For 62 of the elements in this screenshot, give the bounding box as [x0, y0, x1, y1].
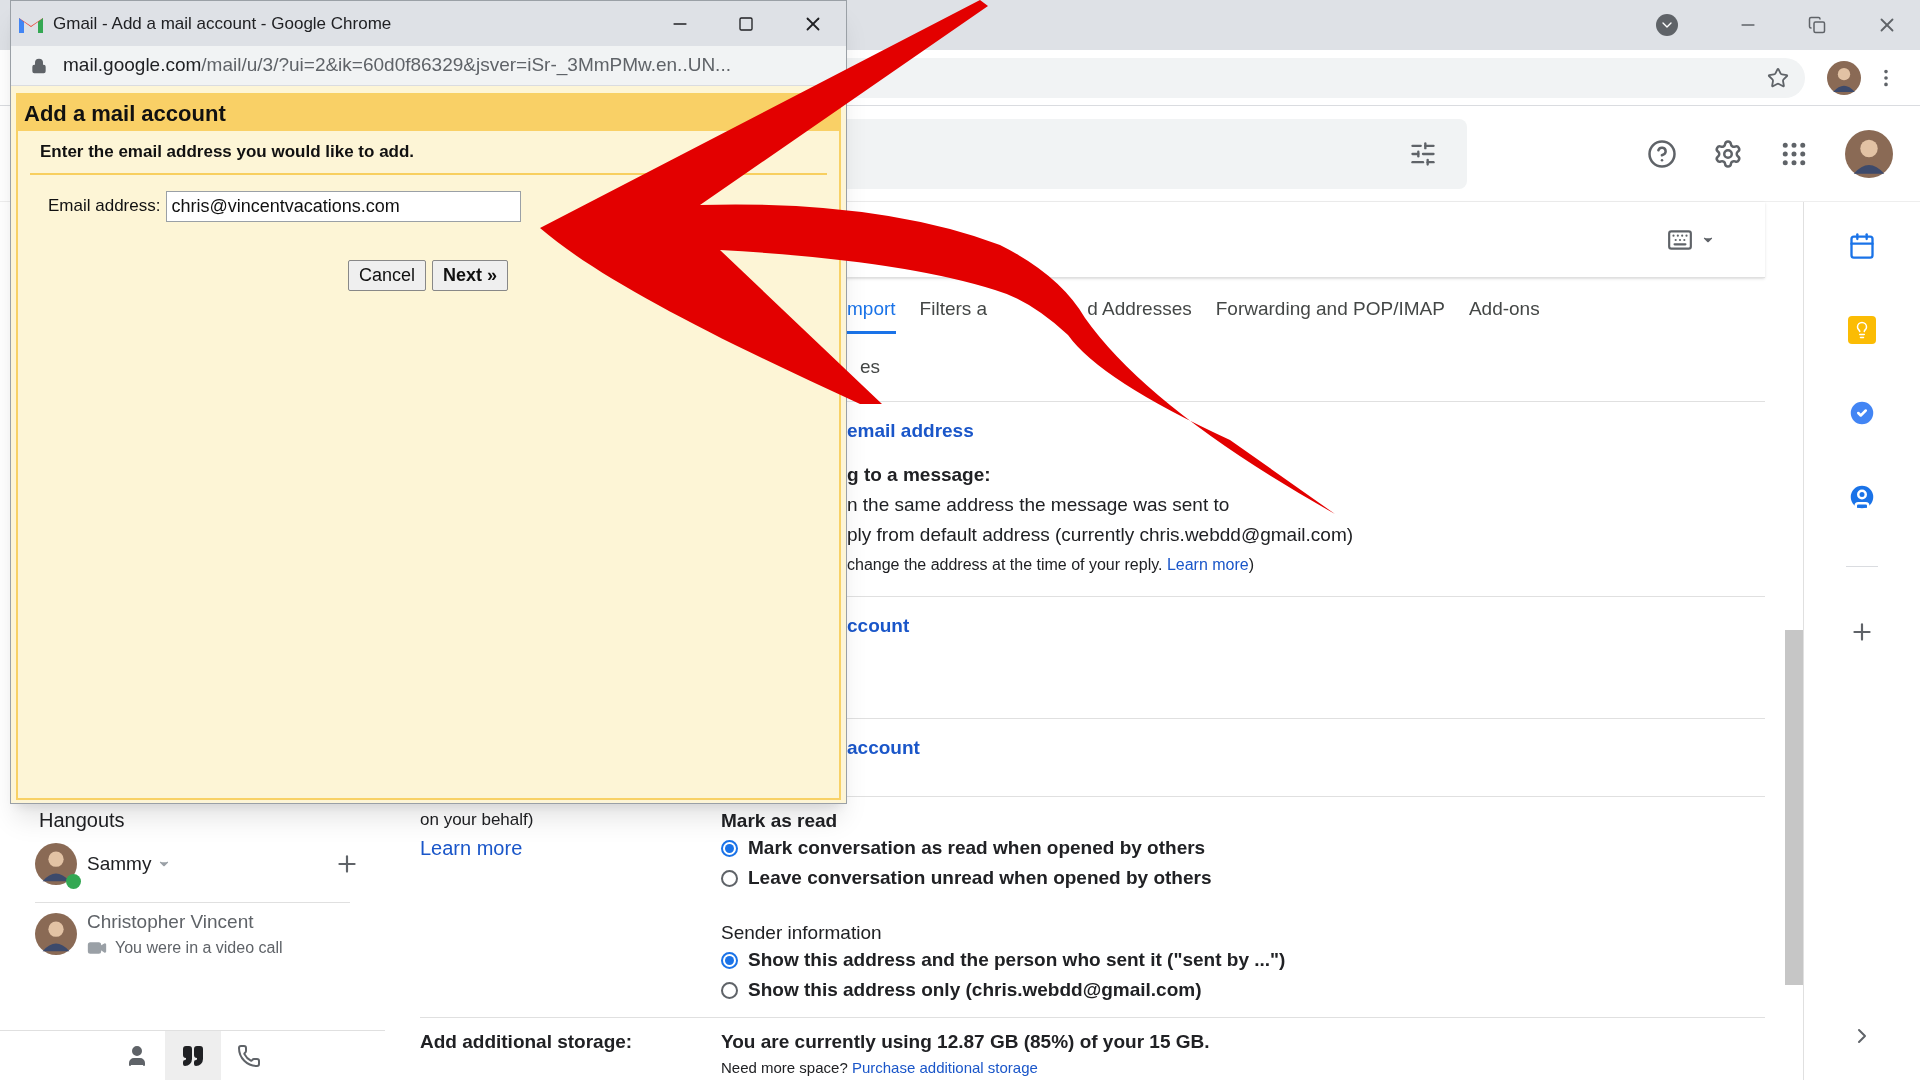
radio-button[interactable] — [721, 869, 738, 887]
setting-label: g to a message: — [847, 462, 991, 487]
contact-status: You were in a video call — [115, 938, 283, 959]
section-link[interactable]: ccount — [847, 611, 910, 641]
email-field[interactable]: chris@vincentvacations.com — [166, 191, 522, 222]
purchase-storage-link[interactable]: Purchase additional storage — [851, 1058, 1038, 1076]
setting-description: on your behalf) — [420, 809, 534, 831]
user-name[interactable]: Sammy — [87, 849, 152, 879]
learn-more-link[interactable]: Learn more — [1166, 556, 1249, 573]
storage-note: Need more space? Purchase additional storage — [721, 1057, 1039, 1078]
tab-label: Add-ons — [1468, 297, 1540, 322]
option-text: n the same address the message was sent to — [847, 492, 1230, 517]
next-button[interactable]: Next » — [432, 260, 509, 291]
settings-tab[interactable]: Forwarding and POP/IMAP — [1215, 288, 1445, 334]
scrollbar-thumb[interactable] — [1785, 630, 1803, 985]
star-icon[interactable] — [1767, 66, 1789, 89]
restore-icon[interactable] — [1808, 16, 1826, 34]
radio-button[interactable] — [721, 981, 738, 999]
settings-tab[interactable]: Add-ons — [1468, 288, 1540, 334]
tab-label: Forwarding and POP/IMAP — [1215, 297, 1445, 322]
group-title: Sender information — [721, 921, 883, 945]
section-link[interactable]: email address — [847, 416, 974, 446]
tab-label: Filters a — [919, 297, 988, 322]
maximize-icon[interactable] — [738, 15, 754, 32]
storage-usage: You are currently using 12.87 GB (85%) of your 15 GB. — [721, 1030, 1210, 1054]
radio-button[interactable] — [721, 839, 738, 857]
settings-tab[interactable]: es — [860, 353, 881, 382]
tab-label: mport — [847, 297, 896, 322]
dialog-heading: Add a mail account — [24, 99, 226, 128]
tab-label: d Addresses — [1087, 297, 1192, 322]
phone-icon — [236, 1043, 261, 1068]
group-title: Mark as read — [721, 809, 839, 833]
help-icon[interactable] — [1647, 138, 1677, 169]
settings-icon[interactable] — [1713, 138, 1743, 169]
contacts-icon[interactable] — [1847, 482, 1877, 512]
cancel-button[interactable]: Cancel — [348, 260, 427, 291]
settings-tab[interactable]: Filters a d Addresses — [919, 288, 1192, 334]
avatar — [35, 843, 77, 885]
radio-label: Mark conversation as read when opened by others — [748, 835, 1206, 860]
radio-button[interactable] — [721, 951, 738, 969]
hangouts-tab[interactable] — [164, 1031, 221, 1080]
setting-label: Add additional storage: — [420, 1030, 634, 1054]
note-text: change the address at the time of your reply. Learn more) — [847, 555, 1255, 575]
window-title: Gmail - Add a mail account - Google Chrome — [53, 12, 392, 35]
avatar — [1827, 60, 1861, 95]
check-icon[interactable] — [1847, 398, 1877, 428]
radio-label: Show this address only (chris.webdd@gmail.com) — [748, 977, 1202, 1002]
lock-icon — [31, 57, 47, 74]
contact-name[interactable]: Christopher Vincent — [87, 907, 283, 937]
search-options-icon[interactable] — [1409, 139, 1437, 168]
avatar — [1845, 129, 1893, 178]
option-text: ply from default address (currently chris.webdd@gmail.com) — [847, 522, 1354, 547]
dropdown-icon[interactable] — [1656, 14, 1678, 36]
radio-label: Show this address and the person who sent it ("sent by ...") — [748, 947, 1286, 972]
calendar-icon[interactable] — [1848, 232, 1876, 260]
radio-label: Leave conversation unread when opened by others — [748, 865, 1212, 890]
field-label: Email address: — [48, 195, 161, 217]
learn-more-link[interactable]: Learn more — [420, 833, 523, 863]
instruction-text: Enter the email address you would like to add. — [40, 141, 415, 164]
hangouts-title: Hangouts — [39, 808, 125, 833]
avatar — [35, 913, 77, 955]
section-link[interactable]: account — [847, 733, 920, 763]
